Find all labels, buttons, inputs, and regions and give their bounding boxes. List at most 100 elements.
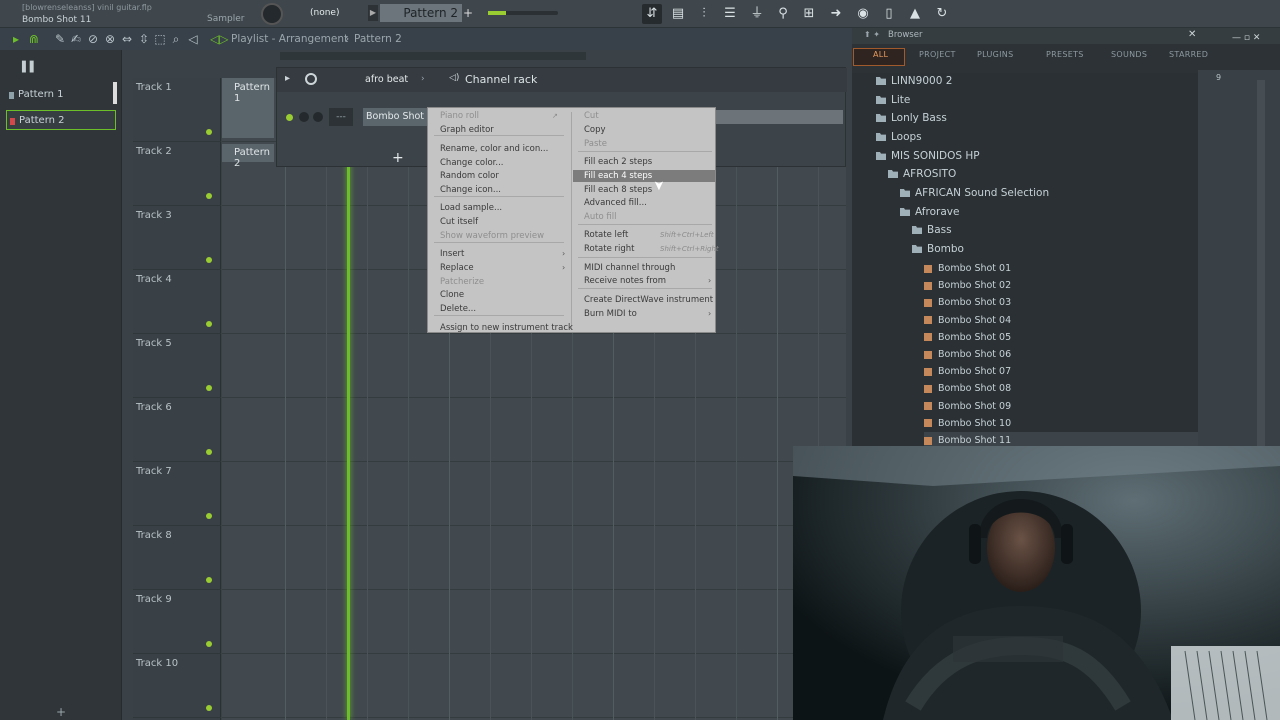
- track-enable-led[interactable]: [206, 257, 212, 263]
- draw-tool-icon[interactable]: ✎: [52, 31, 68, 47]
- menu-item[interactable]: Cut itself: [440, 217, 478, 227]
- browser-file[interactable]: Bombo Shot 03: [924, 294, 1011, 311]
- track-enable-led[interactable]: [206, 577, 212, 583]
- track-enable-led[interactable]: [206, 321, 212, 327]
- close-icon[interactable]: ✕: [1188, 29, 1196, 40]
- menu-item[interactable]: Delete...: [440, 304, 476, 314]
- window-controls[interactable]: — ▫ ✕: [1232, 33, 1260, 43]
- slip-tool-icon[interactable]: ⇔: [119, 31, 135, 47]
- master-volume-knob[interactable]: [261, 3, 283, 25]
- menu-item[interactable]: Random color: [440, 171, 499, 181]
- menu-item[interactable]: Piano roll: [440, 111, 479, 121]
- track-header[interactable]: Track 6: [133, 398, 221, 462]
- mic-icon[interactable]: ◉: [853, 4, 873, 24]
- main-pitch-slider[interactable]: [488, 11, 558, 15]
- menu-item[interactable]: Fill each 2 steps: [584, 157, 652, 167]
- browser-tab[interactable]: ALL: [873, 50, 888, 64]
- stamp-icon[interactable]: ▲: [905, 4, 925, 24]
- menu-item[interactable]: Load sample...: [440, 203, 502, 213]
- track-header[interactable]: Track 8: [133, 526, 221, 590]
- add-pattern-icon[interactable]: +: [462, 4, 474, 22]
- menu-item[interactable]: Rotate right: [584, 244, 635, 254]
- menu-item[interactable]: Change color...: [440, 158, 504, 168]
- browser-tab[interactable]: PROJECT: [919, 50, 956, 64]
- menu-item[interactable]: Rotate left: [584, 230, 628, 240]
- browser-file[interactable]: Bombo Shot 10: [924, 415, 1011, 432]
- zoom-tool-icon[interactable]: ⌕: [168, 31, 184, 47]
- browser-folder[interactable]: AFRICAN Sound Selection: [900, 185, 1049, 202]
- menu-item[interactable]: Create DirectWave instrument: [584, 295, 713, 305]
- paint-tool-icon[interactable]: ✍: [68, 31, 84, 47]
- browser-folder[interactable]: Afrorave: [900, 204, 959, 221]
- playback-tool-icon[interactable]: ◁: [185, 31, 201, 47]
- piano-roll-icon[interactable]: ▤: [668, 4, 688, 24]
- track-header[interactable]: Track 2: [133, 142, 221, 206]
- plugin-icon[interactable]: ⏚: [747, 4, 767, 24]
- mixer-icon[interactable]: ⫶: [694, 4, 714, 24]
- pattern-scrollbar[interactable]: [113, 82, 117, 104]
- snap-select[interactable]: (none): [310, 6, 362, 20]
- nav-arrows-icon[interactable]: ⬆ ✦: [864, 30, 880, 39]
- pattern-clip[interactable]: Pattern 2: [222, 144, 274, 169]
- menu-item[interactable]: Copy: [584, 125, 606, 135]
- channel-active-led[interactable]: [286, 114, 293, 121]
- browser-file[interactable]: Bombo Shot 09: [924, 398, 1011, 415]
- menu-item[interactable]: Paste: [584, 139, 607, 149]
- menu-item[interactable]: Auto fill: [584, 212, 617, 222]
- track-enable-led[interactable]: [206, 449, 212, 455]
- browser-tab[interactable]: STARRED: [1169, 50, 1208, 64]
- menu-item[interactable]: Change icon...: [440, 185, 501, 195]
- menu-item[interactable]: Rename, color and icon...: [440, 144, 548, 154]
- browser-tab[interactable]: PLUGINS: [977, 50, 1013, 64]
- delete-tool-icon[interactable]: ⊘: [85, 31, 101, 47]
- browser-folder[interactable]: MIS SONIDOS HP: [876, 148, 980, 165]
- track-enable-led[interactable]: [206, 385, 212, 391]
- menu-item[interactable]: Assign to new instrument track: [440, 323, 573, 333]
- channel-button[interactable]: Bombo Shot 11: [363, 108, 429, 126]
- browser-file[interactable]: Bombo Shot 07: [924, 363, 1011, 380]
- track-header[interactable]: Track 9: [133, 590, 221, 654]
- menu-item[interactable]: Cut: [584, 111, 599, 121]
- browser-tab[interactable]: SOUNDS: [1111, 50, 1147, 64]
- select-tool-icon[interactable]: ⬚: [152, 31, 168, 47]
- browser-folder[interactable]: LINN9000 2: [876, 73, 952, 90]
- browser-file[interactable]: Bombo Shot 01: [924, 260, 1011, 277]
- menu-item[interactable]: MIDI channel through: [584, 263, 675, 273]
- track-enable-led[interactable]: [206, 129, 212, 135]
- channel-volume-knob[interactable]: [313, 112, 323, 122]
- step-sequencer-strip[interactable]: [715, 110, 843, 124]
- magnet-icon[interactable]: ⋒: [26, 31, 42, 47]
- browser-file[interactable]: Bombo Shot 04: [924, 312, 1011, 329]
- swing-knob[interactable]: [305, 73, 317, 85]
- pattern-selector[interactable]: Pattern 2: [380, 4, 462, 22]
- time-scrollbar[interactable]: [280, 52, 586, 60]
- add-channel-icon[interactable]: +: [392, 150, 404, 166]
- browser-scrollbar[interactable]: [1257, 80, 1265, 446]
- playlist-icon[interactable]: ⇵: [642, 4, 662, 24]
- menu-item[interactable]: Fill each 8 steps: [584, 185, 652, 195]
- browser-toggle-icon[interactable]: ⊞: [799, 4, 819, 24]
- track-header[interactable]: Track 3: [133, 206, 221, 270]
- slice-tool-icon[interactable]: ⇳: [136, 31, 152, 47]
- mute-tool-icon[interactable]: ⊗: [102, 31, 118, 47]
- menu-item[interactable]: Patcherize: [440, 277, 484, 287]
- browser-file[interactable]: Bombo Shot 02: [924, 277, 1011, 294]
- menu-item[interactable]: Receive notes from: [584, 276, 666, 286]
- track-enable-led[interactable]: [206, 193, 212, 199]
- track-enable-led[interactable]: [206, 513, 212, 519]
- menu-item[interactable]: Clone: [440, 290, 464, 300]
- play-icon[interactable]: ▸: [285, 73, 290, 84]
- menu-item[interactable]: Replace: [440, 263, 474, 273]
- browser-file[interactable]: Bombo Shot 06: [924, 346, 1011, 363]
- breadcrumb-pattern[interactable]: Pattern 2: [354, 33, 402, 45]
- export-icon[interactable]: ➜: [826, 4, 846, 24]
- plugin-picker-icon[interactable]: ⚲: [773, 4, 793, 24]
- browser-folder[interactable]: Bass: [912, 222, 952, 239]
- menu-item[interactable]: Advanced fill...: [584, 198, 647, 208]
- pattern-item-selected[interactable]: Pattern 2: [6, 110, 116, 130]
- menu-item[interactable]: Burn MIDI to: [584, 309, 637, 319]
- pattern-clip[interactable]: Pattern 1: [222, 78, 274, 138]
- track-header[interactable]: Track 7: [133, 462, 221, 526]
- channel-mixer-track[interactable]: ---: [329, 108, 353, 126]
- browser-tab[interactable]: PRESETS: [1046, 50, 1084, 64]
